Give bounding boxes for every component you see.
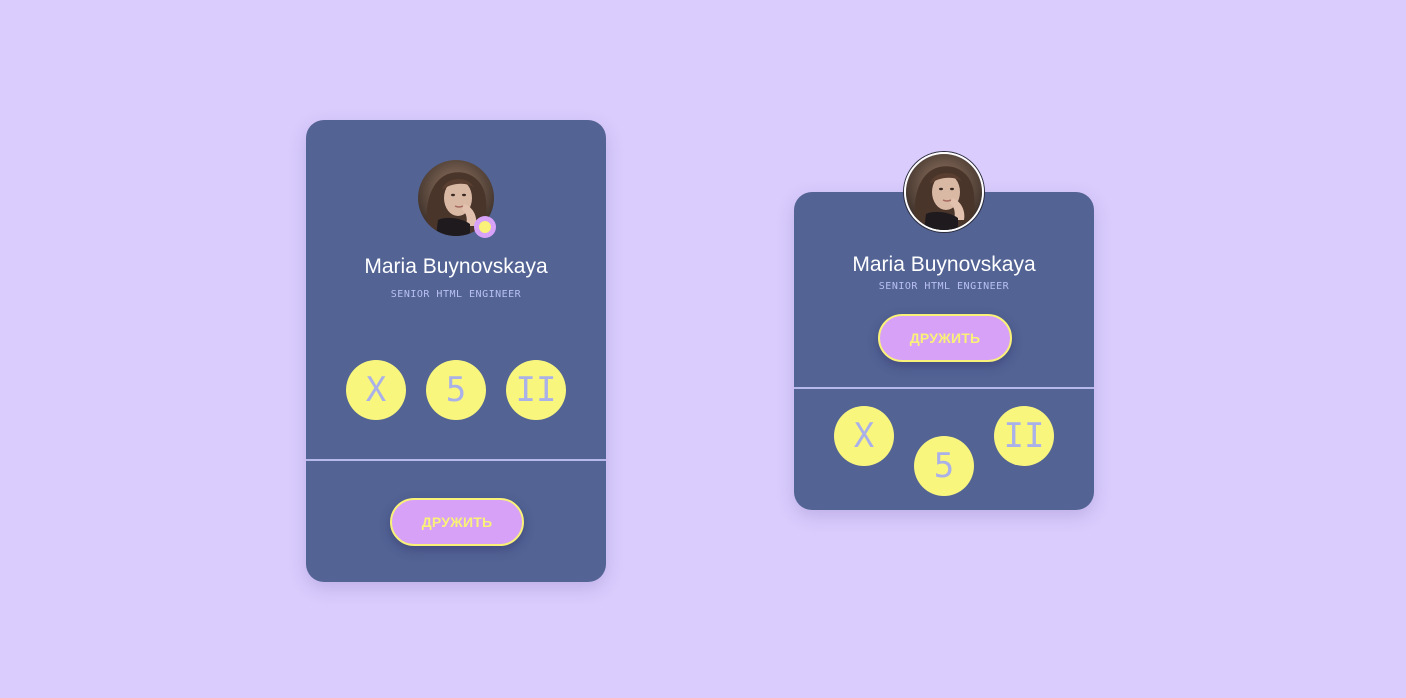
avatar-container <box>904 152 984 232</box>
profile-name: Maria Buynovskaya <box>852 253 1036 276</box>
avatar[interactable] <box>904 152 984 232</box>
badge-x[interactable]: X <box>834 406 894 466</box>
befriend-button[interactable]: ДРУЖИТЬ <box>878 314 1012 362</box>
badge-5[interactable]: 5 <box>426 360 486 420</box>
profile-role: SENIOR HTML ENGINEER <box>878 281 1010 292</box>
card-divider <box>794 387 1094 389</box>
badge-5[interactable]: 5 <box>914 436 974 496</box>
card-divider <box>306 459 606 461</box>
badge-ii[interactable]: II <box>994 406 1054 466</box>
profile-name: Maria Buynovskaya <box>364 255 548 278</box>
badge-x[interactable]: X <box>346 360 406 420</box>
online-status-icon <box>474 216 496 238</box>
profile-card-vertical: Maria Buynovskaya SENIOR HTML ENGINEER X… <box>306 120 606 582</box>
avatar-photo-icon <box>906 154 982 230</box>
avatar-container <box>418 160 496 238</box>
badge-ii[interactable]: II <box>506 360 566 420</box>
profile-card-compact: Maria Buynovskaya SENIOR HTML ENGINEER Д… <box>794 152 1094 510</box>
befriend-button[interactable]: ДРУЖИТЬ <box>390 498 524 546</box>
profile-role: SENIOR HTML ENGINEER <box>390 289 522 300</box>
